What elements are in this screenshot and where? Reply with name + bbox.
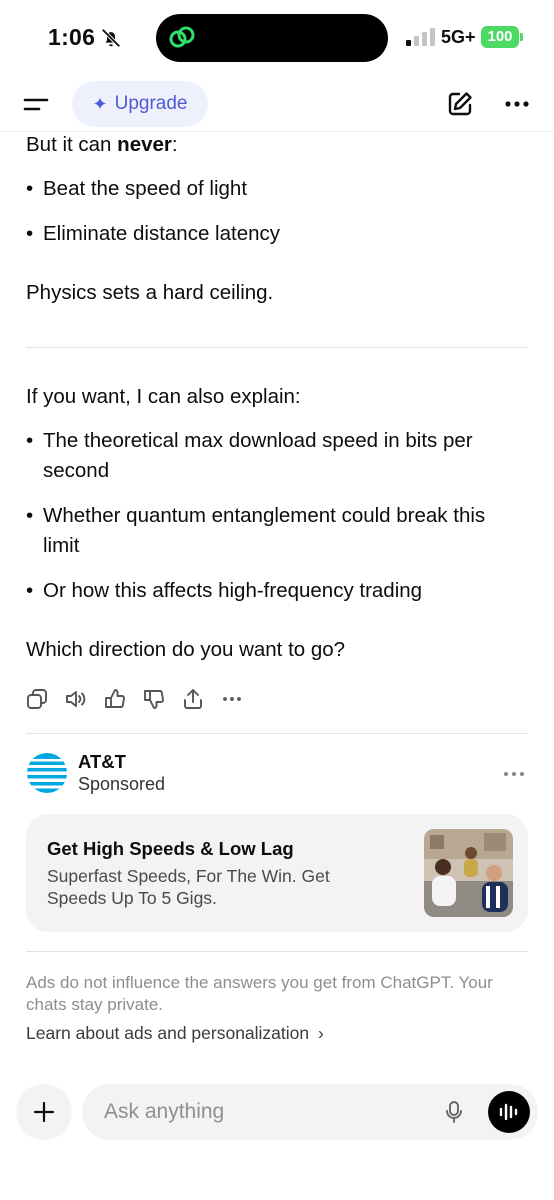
share-icon [184,689,202,709]
read-aloud-button[interactable] [65,686,104,712]
network-label: 5G+ [441,27,476,47]
advertiser-name: AT&T [78,751,126,772]
ad-photo [424,829,513,917]
battery-indicator: 100 [481,26,519,48]
limit-item: Beat the speed of light [26,174,526,204]
sidebar-menu-icon[interactable] [22,90,50,118]
more-actions-button[interactable] [221,686,260,712]
new-chat-icon[interactable] [446,90,474,118]
plus-icon [33,1101,55,1123]
status-bar: 1:06 5G+ 100 [0,0,554,76]
ads-disclaimer: Ads do not influence the answers you get… [26,973,493,1014]
bad-response-button[interactable] [143,686,182,712]
microphone-icon[interactable] [442,1100,466,1124]
disclaimer-divider [26,951,528,952]
status-time: 1:06 [48,24,96,50]
section-divider [26,347,528,348]
message-question: Which direction do you want to go? [26,638,346,661]
ad-headline: Get High Speeds & Low Lag [47,838,294,859]
cellular-signal-icon [406,28,435,46]
good-response-button[interactable] [104,686,143,712]
message-input[interactable]: Ask anything [82,1084,538,1140]
voice-waveform-icon [499,1103,518,1121]
lead-suffix: : [171,133,178,156]
limit-item: Eliminate distance latency [26,219,526,249]
thumbs-up-icon [105,689,125,708]
add-attachment-button[interactable] [16,1084,72,1140]
message-conclusion: Physics sets a hard ceiling. [26,281,274,304]
lead-bold: never [117,133,172,156]
app-header: ✦ Upgrade [0,76,554,132]
battery-tip [520,33,523,41]
voice-mode-button[interactable] [488,1091,530,1133]
att-logo [27,753,67,793]
ad-divider [26,733,528,734]
bell-off-icon [101,28,121,48]
message-lead: But it can never: [26,130,528,160]
sparkle-icon: ✦ [92,93,108,114]
thumbs-down-icon [144,690,164,709]
dynamic-island [156,14,388,62]
learn-link-label: Learn about ads and personalization [26,1023,310,1043]
chevron-right-icon: › [318,1023,324,1043]
upgrade-label: Upgrade [114,93,188,114]
ad-description: Superfast Speeds, For The Win. Get Speed… [47,866,330,908]
option-item: Or how this affects high-frequency tradi… [26,576,526,606]
more-options-icon[interactable] [502,90,532,118]
more-icon [223,697,241,701]
speaker-icon [66,691,86,707]
message-actions [26,686,260,712]
copy-icon [27,689,47,709]
message-offer: If you want, I can also explain: [26,385,301,408]
copy-button[interactable] [26,686,65,712]
lead-prefix: But it can [26,133,118,156]
learn-about-ads-link[interactable]: Learn about ads and personalization › [26,1023,324,1044]
ad-card[interactable]: Get High Speeds & Low Lag Superfast Spee… [26,814,528,932]
sponsored-label: Sponsored [78,774,166,794]
link-app-icon [169,26,195,48]
upgrade-button[interactable]: ✦ Upgrade [72,81,208,127]
input-placeholder: Ask anything [104,1100,225,1123]
share-button[interactable] [182,686,221,712]
option-item: The theoretical max download speed in bi… [26,426,526,486]
ad-options-icon[interactable] [502,762,526,786]
option-item: Whether quantum entanglement could break… [26,501,526,561]
